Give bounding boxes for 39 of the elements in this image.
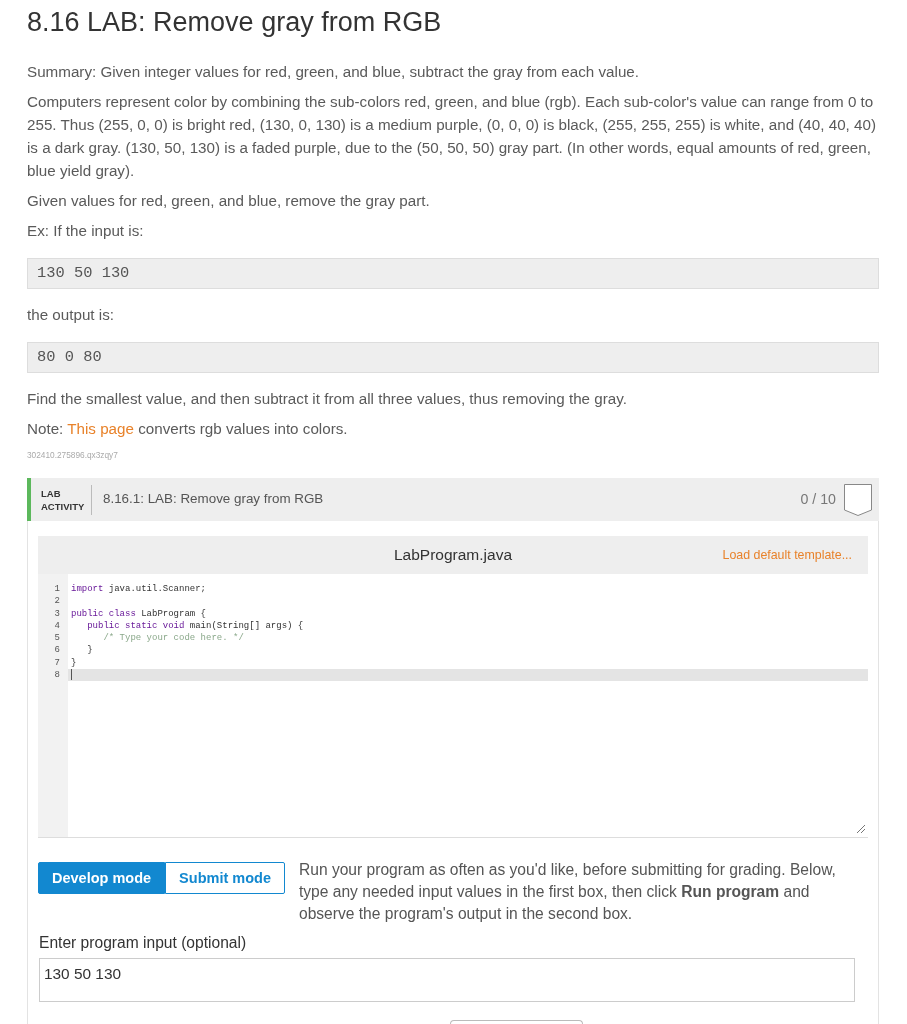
code-line: public static void main(String[] args) { [86, 619, 305, 633]
page-title: 8.16 LAB: Remove gray from RGB [27, 6, 443, 39]
paragraph: Given values for red, green, and blue, remove the gray part. [27, 191, 430, 211]
code-line: public class LabProgram { [70, 607, 208, 620]
paragraph: the output is: [27, 305, 114, 325]
line-number: 2 [53, 595, 61, 608]
score-text: 0 / 10 [800, 489, 836, 509]
paragraph: Summary: Given integer values for red, green, and blue, subtract the gray from each value. [27, 62, 640, 82]
paragraph: Find the smallest value, and then subtract it from all three values, thus removing the gray. [27, 389, 627, 409]
line-number: 8 [53, 669, 61, 682]
line-number: 6 [53, 644, 61, 657]
code-editor[interactable]: 1 2 3 4 5 6 7 8 import java.util.Scanner; public class LabProgram { public static void main(String[] args) { /* Type your code here. */ } } [38, 574, 868, 838]
input-field[interactable]: 130 50 130 [39, 958, 855, 1002]
line-number: 1 [53, 583, 61, 596]
code-line: } [86, 644, 94, 657]
text-cursor [71, 669, 72, 681]
line-number: 4 [53, 619, 61, 633]
line-number: 5 [53, 632, 61, 645]
code-line: } [70, 656, 78, 670]
code-sample: 80 0 80 [27, 342, 879, 373]
mode-tab[interactable]: Develop mode [38, 862, 166, 894]
paragraph: Computers represent color by combining the sub-colors red, green, and blue (rgb). Each sub-color's value can range from 0 to 255. Thus (255, 0, 0) is bright red, (130, 0, 130) is a medium purple, (0, 0, 0) is black, (255, 255, 255) is white, and (40, 40, 40) is a dark gray. (130, 50, 130) is a faded purple, due to the (50, 50, 50) gray part. (In other words, equal amounts of red, green, blue yield gray). [27, 92, 877, 181]
lab-title: 8.16.1: LAB: Remove gray from RGB [103, 490, 324, 509]
line-number: 3 [53, 607, 61, 620]
paragraph: Ex: If the input is: [27, 221, 144, 241]
line-number: 7 [53, 656, 61, 670]
file-name: LabProgram.java [393, 545, 512, 566]
code-line: /* Type your code here. */ [102, 632, 245, 645]
instructions-text: Run your program as often as you'd like, before submitting for grading. Below, type any needed input values in the first box, then click Run program and observe the program's output in the second box. [298, 860, 837, 924]
link[interactable]: This page [67, 420, 134, 437]
code-sample: 130 50 130 [27, 258, 879, 289]
code-line: import java.util.Scanner; [70, 583, 208, 596]
id-text: 302410.275896.qx3zqy7 [27, 450, 118, 460]
lab-label: LAB ACTIVITY [41, 486, 86, 513]
resize-grip-icon[interactable] [857, 825, 865, 833]
mode-tab[interactable]: Submit mode [165, 862, 285, 894]
template-link[interactable]: Load default template... [722, 545, 852, 565]
input-label: Enter program input (optional) [39, 933, 248, 953]
note-text: Note: This page converts rgb values into colors. [27, 419, 348, 439]
